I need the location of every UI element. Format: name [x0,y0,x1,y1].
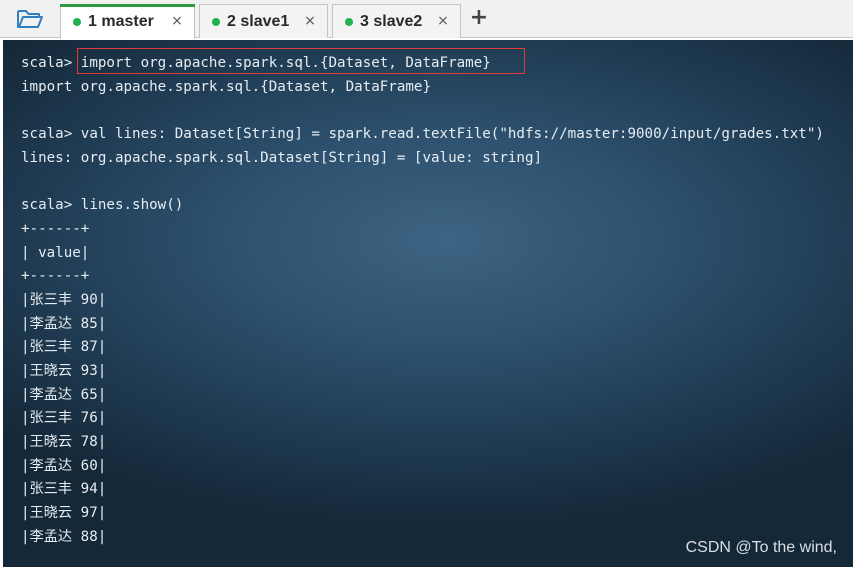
terminal-view[interactable]: scala> import org.apache.spark.sql.{Data… [3,40,853,567]
tab-label: 1 master [88,13,154,30]
line-text: +------+ [21,220,90,237]
tab-master[interactable]: 1 master × [60,4,195,39]
terminal-output: scala> import org.apache.spark.sql.{Data… [21,52,853,567]
terminal-line: scala> lines.show() [21,194,853,218]
line-text: |张三丰 90| [21,291,107,308]
terminal-line: import org.apache.spark.sql.{Dataset, Da… [21,76,853,100]
line-text: |李孟达 85| [21,315,107,332]
line-text: import org.apache.spark.sql.{Dataset, Da… [80,55,491,71]
session-status-dot [73,18,81,26]
prompt: scala> [21,126,81,143]
tab-slave1[interactable]: 2 slave1 × [199,4,328,38]
terminal-line: |李孟达 85| [21,313,853,337]
terminal-line: |张三丰 87| [21,336,853,360]
line-text: |王晓云 97| [21,505,107,522]
line-text: |张三丰 94| [21,481,107,498]
line-text: |王晓云 93| [21,362,107,379]
terminal-line: | value| [21,242,853,266]
line-text: |李孟达 88| [21,528,107,545]
terminal-line: |王晓云 97| [21,502,853,526]
line-text: |王晓云 78| [21,434,107,450]
session-status-dot [345,17,353,26]
line-text: +------+ [21,268,90,285]
open-folder-button[interactable] [10,6,50,32]
terminal-line: +------+ [21,218,853,242]
terminal-line: |李孟达 60| [21,455,853,479]
terminal-line: |李孟达 65| [21,384,853,408]
line-text: lines.show() [80,197,184,214]
terminal-line: |张三丰 94| [21,478,853,502]
tab-bar: 1 master × 2 slave1 × 3 slave2 × + [0,0,853,39]
tab-slave2[interactable]: 3 slave2 × [332,4,461,38]
line-text: |张三丰 76| [21,410,107,427]
terminal-line: scala> import org.apache.spark.sql.{Data… [21,52,853,76]
folder-open-icon [17,10,43,28]
terminal-line: |王晓云 93| [21,360,853,384]
line-text: | value| [21,244,90,261]
terminal-line: |张三丰 90| [21,289,853,313]
tab-close-icon[interactable]: × [170,13,184,29]
tab-close-icon[interactable]: × [303,13,317,29]
tab-label: 3 slave2 [360,12,423,30]
line-text: lines: org.apache.spark.sql.Dataset[Stri… [21,149,543,166]
terminal-line: lines: org.apache.spark.sql.Dataset[Stri… [21,147,853,171]
line-text: val lines: Dataset[String] = spark.read.… [80,126,824,143]
terminal-app-window: 1 master × 2 slave1 × 3 slave2 × + scala… [0,0,853,567]
line-text: |李孟达 65| [21,386,107,403]
line-text: import org.apache.spark.sql.{Dataset, Da… [21,78,431,95]
prompt: scala> [21,55,81,71]
terminal-line: |张三丰 76| [21,407,853,431]
prompt: scala> [21,197,81,214]
watermark: CSDN @To the wind, [685,539,837,556]
session-status-dot [212,17,220,26]
tab-label: 2 slave1 [227,12,290,30]
line-text: |李孟达 60| [21,457,107,474]
line-text: |张三丰 87| [21,339,107,356]
terminal-line: +------+ [21,265,853,289]
terminal-line: |王晓云 78| [21,431,853,455]
new-tab-button[interactable]: + [467,5,491,31]
tab-close-icon[interactable]: × [436,13,450,29]
terminal-line: scala> val lines: Dataset[String] = spar… [21,123,853,147]
